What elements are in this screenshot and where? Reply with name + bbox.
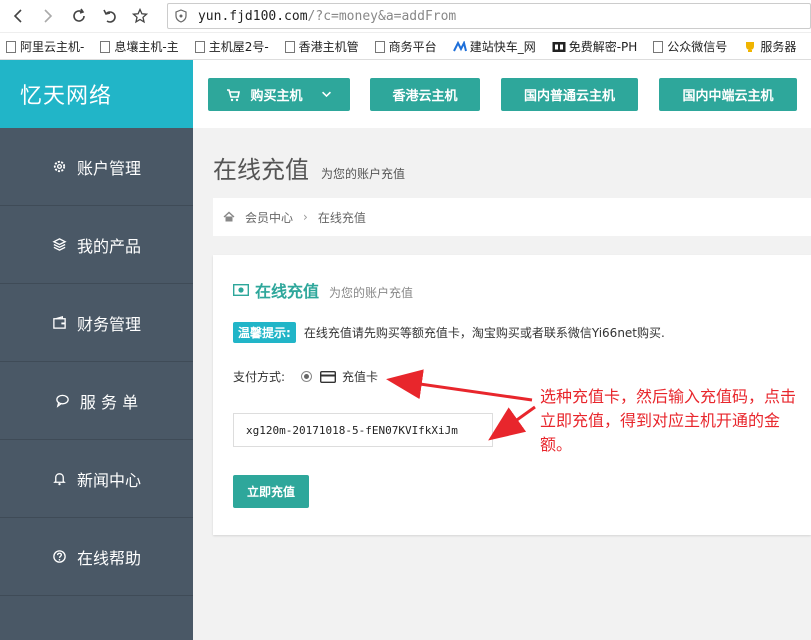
site-logo-icon [452, 40, 467, 51]
star-icon [132, 8, 149, 24]
help-icon [53, 550, 66, 563]
sidebar-item-label: 新闻中心 [76, 470, 141, 490]
bookmark-item[interactable]: 阿里云主机- [6, 38, 84, 55]
page-icon [194, 40, 205, 53]
breadcrumb-current: 在线充值 [317, 210, 366, 225]
sidebar-item-finance[interactable]: 财务管理 [0, 284, 193, 362]
url-host: yun.fjd100.com [197, 8, 308, 24]
chat-icon [56, 394, 69, 408]
layers-icon [52, 238, 67, 251]
bookmark-item[interactable]: 香港主机管 [284, 38, 359, 55]
forward-button[interactable] [37, 4, 61, 28]
breadcrumb: 会员中心 › 在线充值 [213, 198, 811, 236]
panel-header: 在线充值 为您的账户充值 [233, 278, 413, 302]
sidebar-item-label: 我的产品 [76, 236, 141, 256]
radio-dot [304, 374, 310, 379]
recharge-card-radio[interactable] [301, 371, 313, 382]
trophy-icon [746, 41, 755, 52]
chevron-down-icon [321, 91, 331, 98]
tip-row: 温馨提示: 在线充值请先购买等额充值卡，淘宝购买或者联系微信Yi66net购买. [233, 322, 665, 343]
bookmark-item[interactable]: 公众微信号 [653, 38, 727, 55]
shield-icon [175, 9, 187, 23]
sidebar-item-tickets[interactable]: 服 务 单 [0, 362, 193, 440]
gear-icon [53, 160, 66, 173]
normal-cloud-button[interactable]: 国内普通云主机 [501, 78, 638, 111]
wallet-icon [53, 316, 66, 329]
buy-host-button[interactable]: 购买主机 [208, 78, 350, 111]
undo-button[interactable] [98, 4, 122, 28]
address-bar[interactable]: yun.fjd100.com/?c=money&a=addFrom [166, 3, 811, 29]
bookmark-item[interactable]: 服务器 [743, 38, 796, 55]
reload-icon [73, 8, 85, 22]
tip-badge: 温馨提示: [233, 322, 296, 343]
bookmark-item[interactable]: 免费解密-PH [552, 38, 637, 55]
bookmark-item[interactable]: 商务平台 [374, 38, 437, 55]
back-arrow-icon [13, 9, 22, 23]
url-path: /?c=money&a=addFrom [307, 8, 457, 24]
bookmarks-bar: 阿里云主机- 息壤主机-主 主机屋2号- 香港主机管 商务平台 建站快车_网 免… [0, 32, 811, 60]
bookmark-star-button[interactable] [128, 4, 152, 28]
sidebar-item-label: 服 务 单 [79, 392, 139, 412]
recharge-now-button[interactable]: 立即充值 [233, 475, 310, 508]
sidebar-item-news[interactable]: 新闻中心 [0, 440, 193, 518]
mid-cloud-button[interactable]: 国内中端云主机 [659, 78, 797, 111]
bookmark-item[interactable]: 建站快车_网 [452, 38, 536, 55]
breadcrumb-separator: › [303, 210, 308, 224]
cart-icon [227, 88, 241, 101]
payment-method-row: 支付方式: 充值卡 [233, 368, 378, 385]
breadcrumb-home-link[interactable]: 会员中心 [245, 209, 293, 226]
browser-nav-row: yun.fjd100.com/?c=money&a=addFrom [0, 0, 811, 32]
payment-option-label[interactable]: 充值卡 [342, 368, 378, 385]
panel-title: 在线充值 [255, 282, 320, 301]
page-icon [374, 40, 385, 53]
browser-chrome: yun.fjd100.com/?c=money&a=addFrom 阿里云主机-… [0, 0, 811, 60]
sidebar-item-label: 财务管理 [76, 314, 141, 334]
back-button[interactable] [6, 4, 30, 28]
page-header: 在线充值 为您的账户充值 [213, 150, 405, 185]
undo-icon [102, 9, 116, 23]
reload-button[interactable] [67, 4, 91, 28]
forward-arrow-icon [44, 9, 53, 23]
panel-subtitle: 为您的账户充值 [329, 286, 414, 300]
sidebar: 忆天网络 账户管理 我的产品 财务管理 服 务 单 新闻中心 在线帮助 [0, 60, 193, 640]
hk-cloud-button[interactable]: 香港云主机 [370, 78, 480, 111]
page-title: 在线充值 [213, 156, 309, 184]
sidebar-item-products[interactable]: 我的产品 [0, 206, 193, 284]
sidebar-item-label: 账户管理 [76, 158, 141, 178]
bookmark-item[interactable]: 主机屋2号- [194, 38, 269, 55]
page-icon [6, 40, 16, 53]
annotation-text: 选种充值卡，然后输入充值码，点击立即充值，得到对应主机开通的金额。 [540, 387, 797, 454]
recharge-code-input[interactable] [233, 413, 493, 447]
sidebar-item-help[interactable]: 在线帮助 [0, 518, 193, 596]
sidebar-item-label: 在线帮助 [76, 548, 141, 568]
brand-logo[interactable]: 忆天网络 [0, 60, 193, 128]
tip-text: 在线充值请先购买等额充值卡，淘宝购买或者联系微信Yi66net购买. [303, 326, 665, 340]
page-icon [100, 40, 111, 53]
bookmark-item[interactable]: 息壤主机-主 [100, 38, 179, 55]
page-icon [653, 40, 664, 53]
money-icon [233, 284, 249, 296]
payment-method-label: 支付方式: [233, 370, 286, 384]
sidebar-item-account[interactable]: 账户管理 [0, 128, 193, 206]
page-subtitle: 为您的账户充值 [321, 167, 406, 181]
decrypt-logo-icon [552, 41, 566, 52]
credit-card-icon [320, 370, 337, 383]
home-icon [223, 211, 235, 222]
bell-icon [53, 473, 66, 486]
page-icon [284, 40, 295, 53]
top-nav: 购买主机 香港云主机 国内普通云主机 国内中端云主机 [193, 60, 811, 128]
